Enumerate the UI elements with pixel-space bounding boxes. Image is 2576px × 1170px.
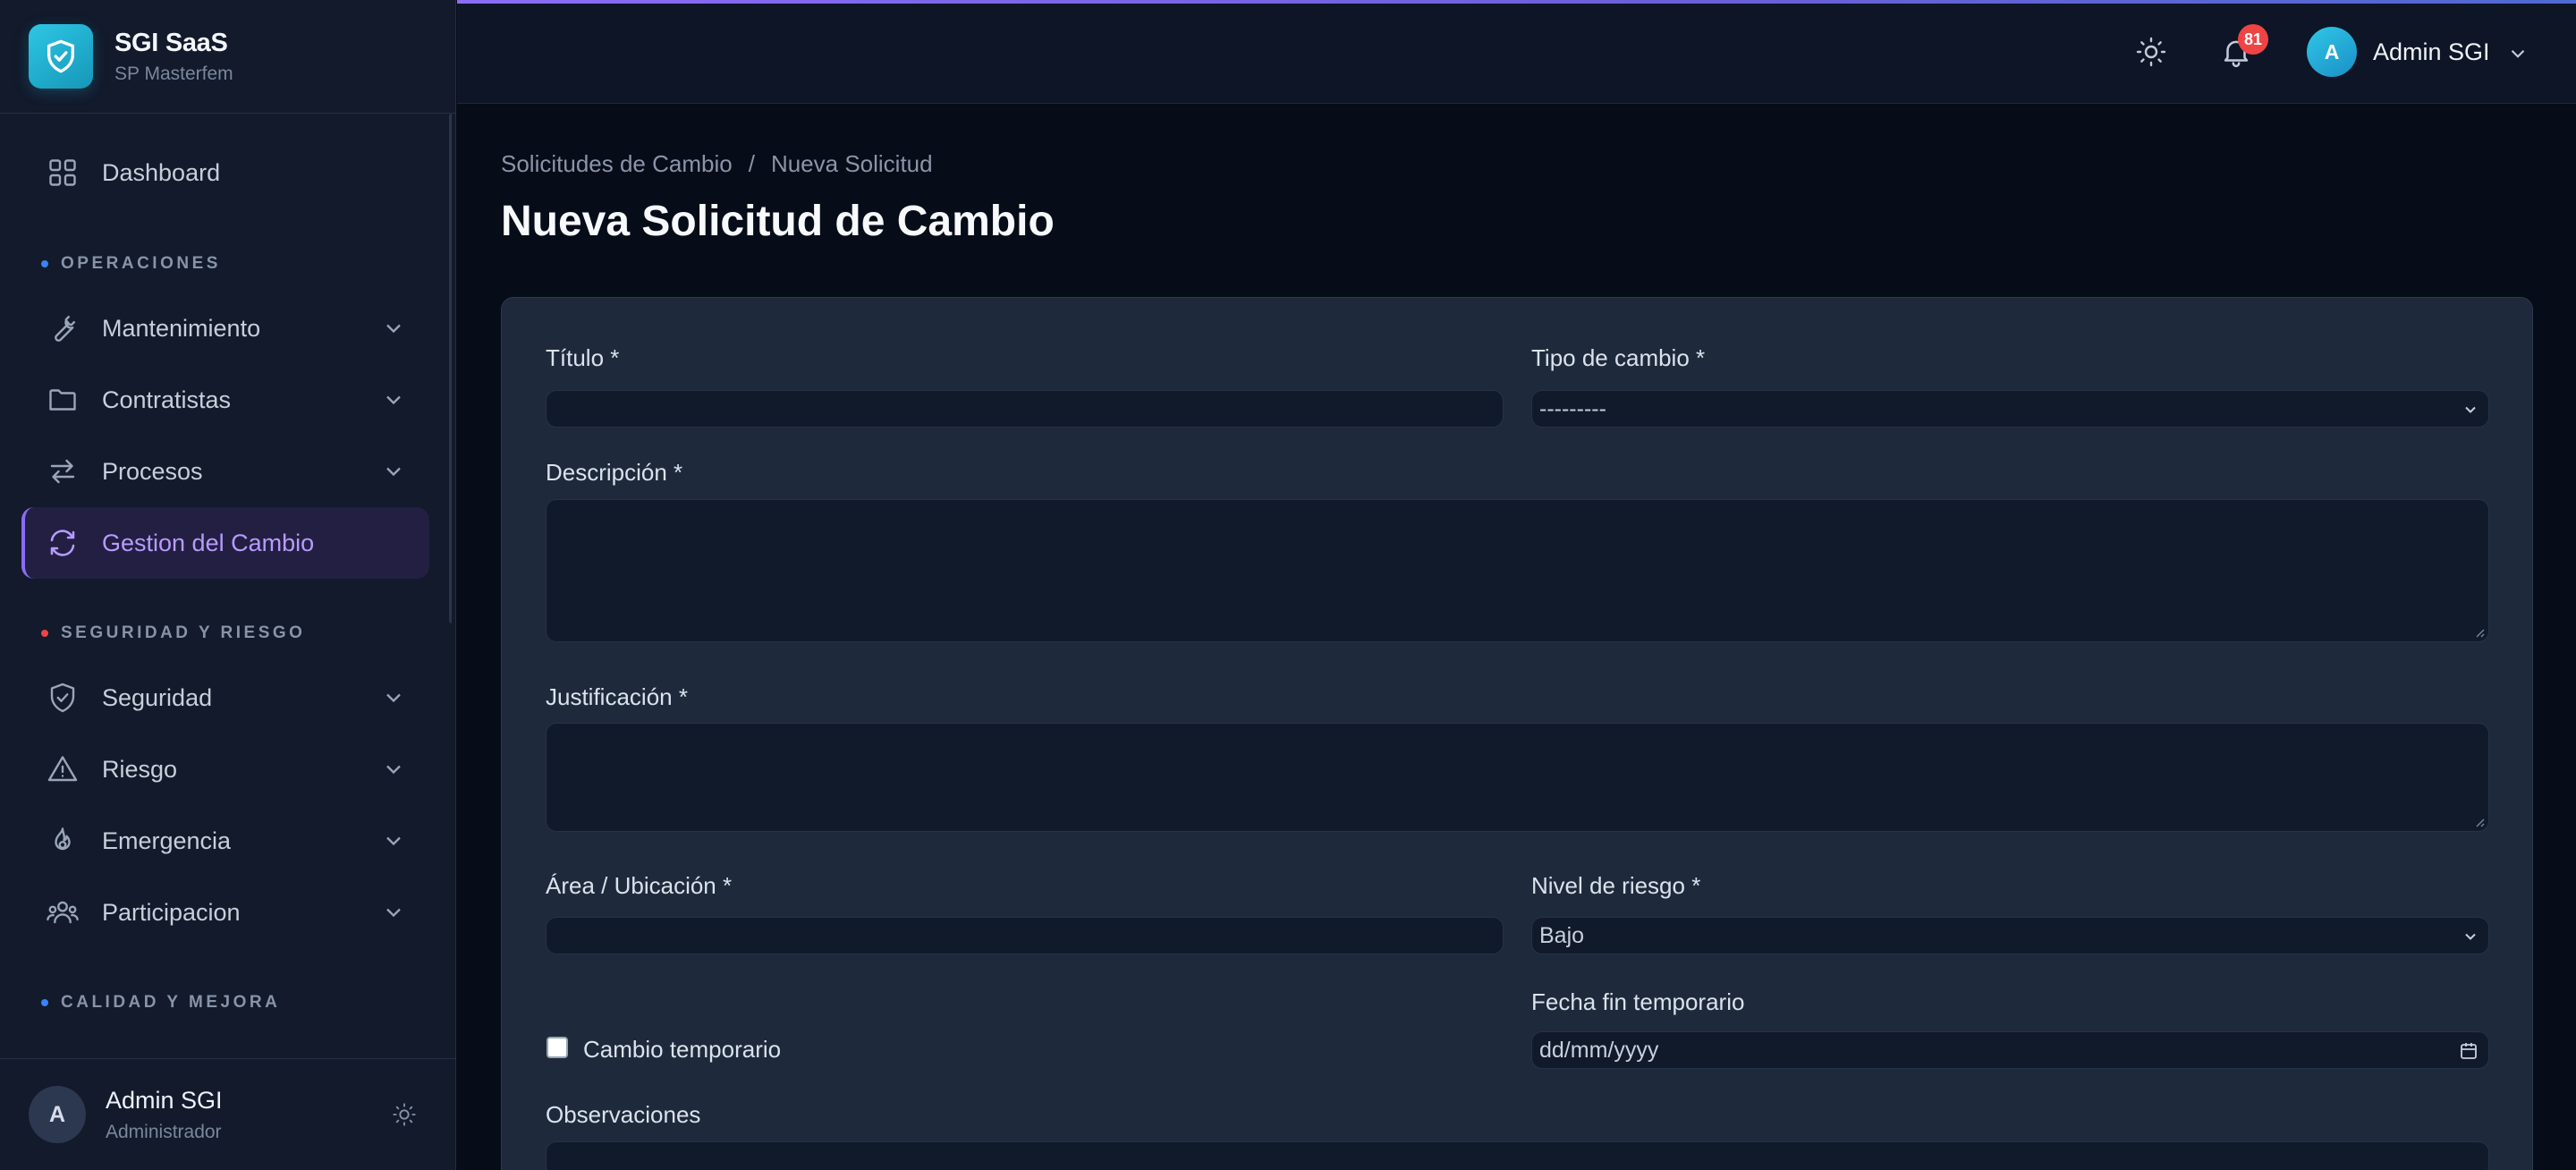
chevron-down-icon (386, 395, 401, 405)
chevron-down-icon (2511, 49, 2524, 58)
sidebar-item-label: Riesgo (102, 755, 178, 783)
tipo-cambio-label: Tipo de cambio * (1531, 344, 1706, 371)
observaciones-textarea[interactable] (546, 1141, 2489, 1170)
section-seguridad-riesgo: SEGURIDAD Y RIESGO (41, 623, 305, 643)
warning-icon (45, 751, 80, 787)
titulo-label: Título * (546, 344, 620, 371)
nivel-riesgo-select[interactable]: Bajo (1531, 917, 2489, 954)
sidebar-scrollbar[interactable] (449, 114, 452, 623)
shield-check-icon (45, 680, 80, 716)
sidebar: SGI SaaS SP Masterfem Dashboard OPERACIO… (0, 0, 456, 1170)
user-name: Admin SGI (106, 1086, 223, 1114)
sidebar-item-label: Mantenimiento (102, 314, 261, 342)
sidebar-item-label: Participacion (102, 898, 241, 926)
chevron-down-icon (386, 467, 401, 477)
area-label: Área / Ubicación * (546, 872, 733, 899)
cambio-temporario-checkbox[interactable] (547, 1037, 568, 1058)
sidebar-item-emergencia[interactable]: Emergencia (21, 805, 429, 877)
sidebar-item-gestion-cambio[interactable]: Gestion del Cambio (21, 507, 429, 579)
descripcion-label: Descripción * (546, 459, 683, 486)
nivel-riesgo-label: Nivel de riesgo * (1531, 872, 1701, 899)
titulo-input[interactable] (546, 390, 1504, 428)
brand-subtitle: SP Masterfem (114, 63, 233, 84)
nivel-riesgo-selected-value: Bajo (1539, 922, 1585, 948)
avatar: A (29, 1086, 86, 1143)
chevron-down-icon (386, 765, 401, 775)
chevron-down-icon (386, 693, 401, 703)
tipo-cambio-selected-value: --------- (1539, 395, 1606, 421)
chevron-down-icon (386, 324, 401, 334)
observaciones-label: Observaciones (546, 1101, 701, 1128)
sidebar-item-label: Gestion del Cambio (102, 529, 315, 556)
section-dot (41, 260, 48, 267)
chevron-down-icon (2465, 406, 2476, 413)
tipo-cambio-select[interactable]: --------- (1531, 390, 2489, 428)
sidebar-item-participacion[interactable]: Participacion (21, 877, 429, 948)
topbar: 81 A Admin SGI (457, 0, 2576, 104)
cambio-temporario-label[interactable]: Cambio temporario (583, 1036, 781, 1064)
sidebar-item-riesgo[interactable]: Riesgo (21, 733, 429, 805)
form-card: Título * Tipo de cambio * --------- Desc… (501, 297, 2533, 1170)
sidebar-item-label: Emergencia (102, 827, 232, 854)
fecha-fin-label: Fecha fin temporario (1531, 988, 1745, 1015)
arrows-swap-icon (45, 454, 80, 489)
justificacion-label: Justificación * (546, 683, 688, 710)
sidebar-item-label: Seguridad (102, 683, 213, 711)
refresh-icon (45, 525, 80, 561)
topbar-accent-bar (457, 0, 2576, 4)
user-role: Administrador (106, 1121, 222, 1142)
section-label: CALIDAD Y MEJORA (61, 993, 281, 1012)
breadcrumb-current: Nueva Solicitud (770, 150, 933, 177)
theme-toggle-sun-icon[interactable] (2135, 36, 2167, 72)
section-label: OPERACIONES (61, 254, 221, 273)
notifications-badge[interactable]: 81 (2238, 24, 2268, 55)
sidebar-item-procesos[interactable]: Procesos (21, 436, 429, 507)
sidebar-item-label: Dashboard (102, 158, 221, 186)
breadcrumb-separator: / (748, 150, 755, 177)
resize-grip-icon[interactable] (2471, 624, 2486, 639)
calendar-icon[interactable] (2458, 1040, 2479, 1062)
sidebar-item-seguridad[interactable]: Seguridad (21, 662, 429, 733)
resize-grip-icon[interactable] (2471, 814, 2486, 828)
users-icon (45, 894, 80, 930)
user-name: Admin SGI (2373, 38, 2490, 65)
shield-logo-icon (29, 24, 93, 89)
sidebar-item-contratistas[interactable]: Contratistas (21, 364, 429, 436)
chevron-down-icon (386, 908, 401, 918)
avatar: A (2307, 27, 2357, 77)
section-calidad-mejora: CALIDAD Y MEJORA (41, 993, 280, 1013)
sidebar-nav: Dashboard OPERACIONES Mantenimiento Cont… (0, 114, 452, 1058)
fecha-fin-placeholder: dd/mm/yyyy (1539, 1037, 1659, 1063)
sidebar-item-label: Procesos (102, 457, 203, 485)
chevron-down-icon (386, 836, 401, 846)
breadcrumb-parent-link[interactable]: Solicitudes de Cambio (501, 150, 733, 178)
sidebar-item-label: Contratistas (102, 386, 232, 413)
chevron-down-icon (2465, 933, 2476, 940)
grid-icon (45, 155, 80, 191)
section-dot (41, 999, 48, 1006)
section-label: SEGURIDAD Y RIESGO (61, 623, 306, 642)
user-menu[interactable]: A Admin SGI (2307, 27, 2529, 77)
sidebar-item-mantenimiento[interactable]: Mantenimiento (21, 292, 429, 364)
page-title: Nueva Solicitud de Cambio (501, 198, 1055, 245)
brand[interactable]: SGI SaaS SP Masterfem (0, 0, 456, 114)
fecha-fin-input[interactable]: dd/mm/yyyy (1531, 1031, 2489, 1069)
section-operaciones: OPERACIONES (41, 254, 221, 274)
descripcion-textarea[interactable] (546, 499, 2489, 642)
section-dot (41, 630, 48, 637)
area-input[interactable] (546, 917, 1504, 954)
sidebar-item-dashboard[interactable]: Dashboard (21, 137, 429, 208)
sidebar-user[interactable]: A Admin SGI Administrador (0, 1058, 456, 1170)
breadcrumb: Solicitudes de Cambio / Nueva Solicitud (501, 150, 933, 178)
brand-name: SGI SaaS (114, 28, 228, 57)
folder-icon (45, 382, 80, 418)
wrench-icon (45, 310, 80, 346)
flame-icon (45, 823, 80, 859)
justificacion-textarea[interactable] (546, 723, 2489, 832)
sun-icon[interactable] (392, 1102, 417, 1132)
